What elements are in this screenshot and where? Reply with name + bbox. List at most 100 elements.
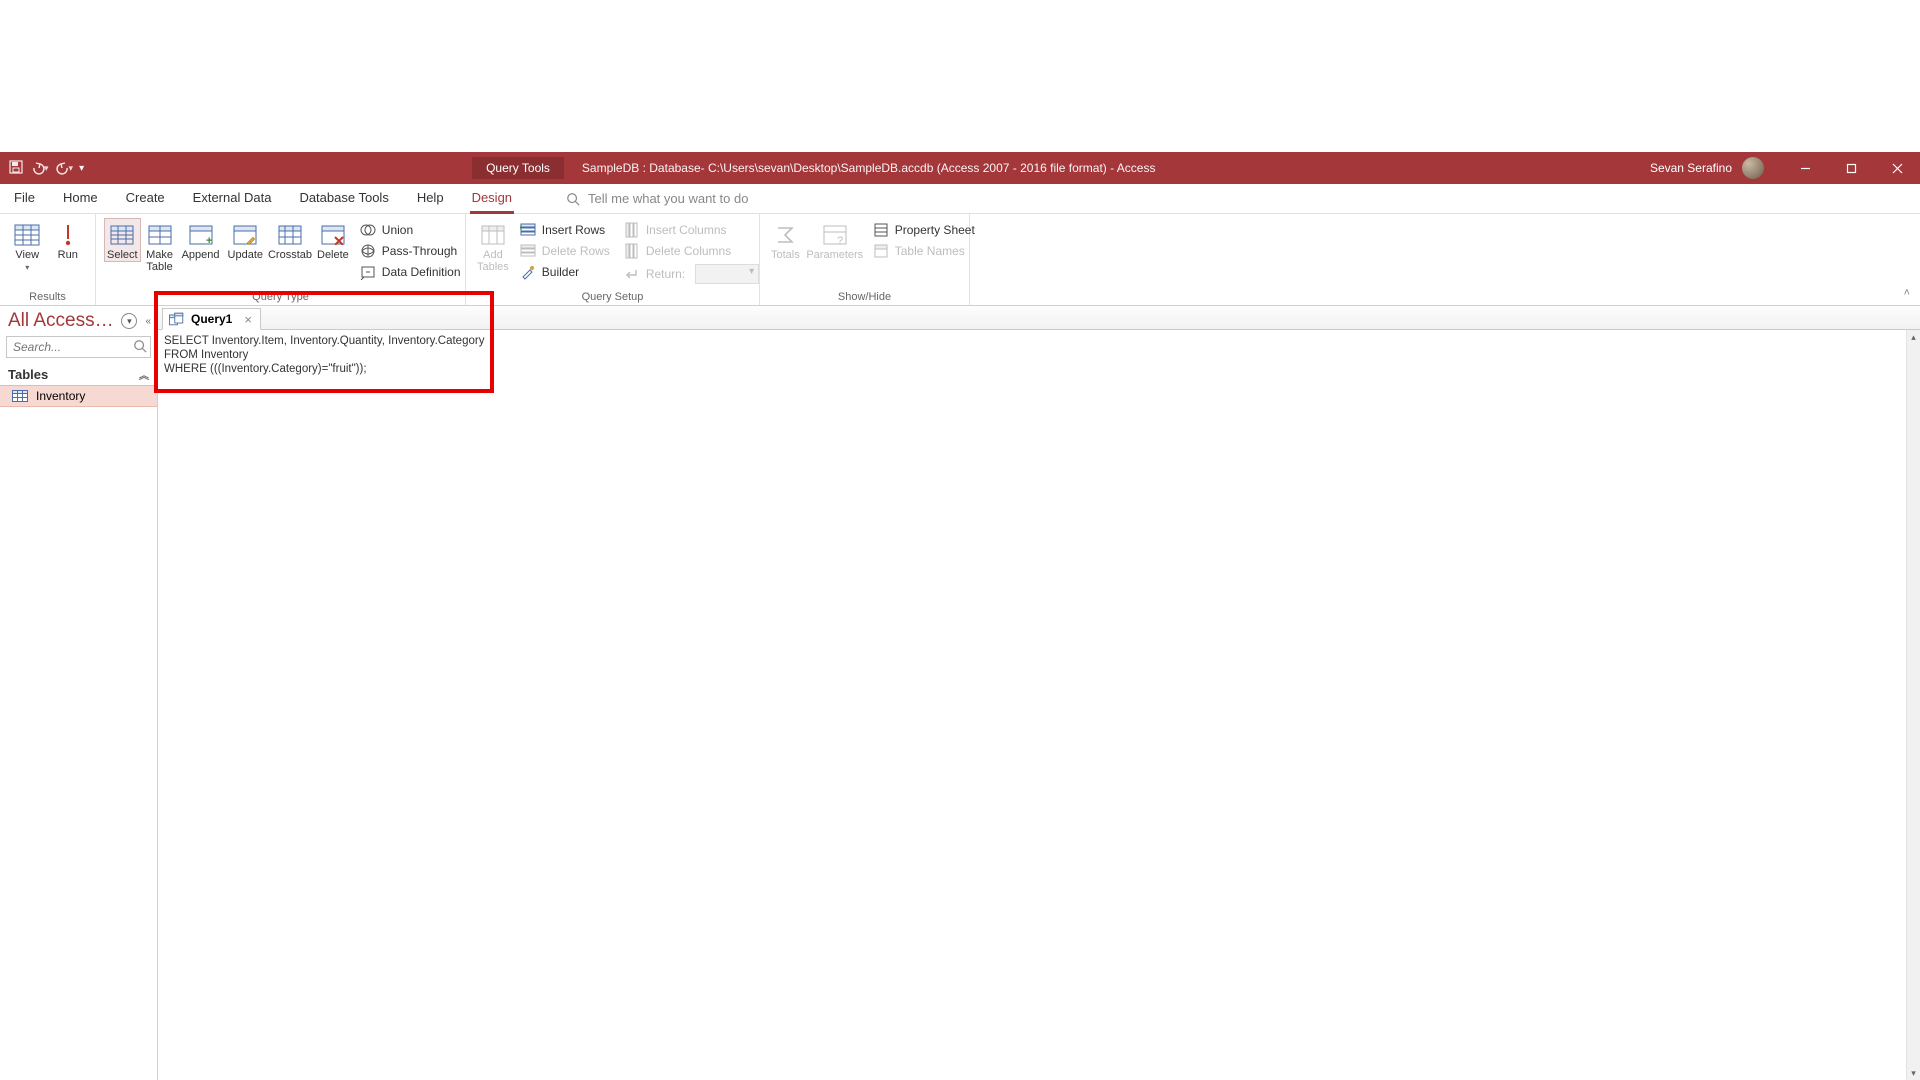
close-tab-icon[interactable]: × (244, 312, 252, 327)
update-label: Update (228, 249, 263, 261)
save-icon[interactable] (8, 159, 24, 178)
view-label: View (15, 249, 39, 261)
builder-icon (520, 264, 536, 280)
navpane-section-tables[interactable]: Tables ︽ (0, 364, 157, 385)
add-tables-button: Add Tables (474, 218, 512, 274)
group-label-query-setup: Query Setup (466, 291, 759, 303)
navpane-search-input[interactable] (6, 336, 151, 358)
maximize-button[interactable] (1828, 152, 1874, 184)
navpane-item-label: Inventory (36, 389, 85, 403)
window-title: SampleDB : Database- C:\Users\sevan\Desk… (582, 161, 1156, 175)
append-label: Append (182, 249, 220, 261)
tab-create[interactable]: Create (112, 184, 179, 213)
delete-columns-button: Delete Columns (618, 241, 765, 261)
builder-button[interactable]: Builder (514, 262, 616, 282)
run-label: Run (58, 249, 78, 261)
svg-text:+: + (520, 223, 524, 234)
parameters-button: ? Parameters (805, 218, 865, 262)
make-table-button[interactable]: Make Table (143, 218, 177, 274)
tab-design[interactable]: Design (458, 184, 526, 213)
pass-through-icon (360, 243, 376, 259)
table-icon (12, 390, 28, 402)
union-label: Union (382, 223, 413, 237)
tab-help[interactable]: Help (403, 184, 458, 213)
chevron-down-icon: ▾ (25, 263, 29, 272)
view-button[interactable]: View ▾ (8, 218, 47, 273)
navpane-item-inventory[interactable]: Inventory (0, 385, 157, 407)
builder-label: Builder (542, 265, 579, 279)
group-label-results: Results (0, 291, 95, 303)
redo-icon[interactable]: ▾ (55, 160, 74, 176)
insert-rows-icon: + (520, 222, 536, 238)
document-tabstrip: Query1 × (158, 306, 1920, 330)
union-button[interactable]: Union (354, 220, 467, 240)
document-tab-label: Query1 (191, 312, 232, 326)
ribbon: View ▾ Run Results Select Make Table + (0, 214, 1920, 306)
contextual-tab-query-tools[interactable]: Query Tools (472, 157, 564, 179)
return-button: Return: (618, 262, 765, 286)
table-names-icon (873, 243, 889, 259)
user-avatar[interactable] (1742, 157, 1764, 179)
close-button[interactable] (1874, 152, 1920, 184)
group-label-query-type: Query Type (96, 291, 465, 303)
return-label: Return: (646, 267, 685, 281)
user-name[interactable]: Sevan Serafino (1650, 161, 1732, 175)
make-table-label-2: Table (146, 261, 172, 273)
select-button[interactable]: Select (104, 218, 141, 262)
delete-button[interactable]: Delete (314, 218, 352, 262)
insert-rows-button[interactable]: + Insert Rows (514, 220, 616, 240)
totals-label: Totals (771, 249, 800, 261)
totals-button: Totals (768, 218, 803, 262)
title-bar: ▾ ▾ ▾ Query Tools SampleDB : Database- C… (0, 152, 1920, 184)
insert-rows-label: Insert Rows (542, 223, 605, 237)
pass-through-button[interactable]: Pass-Through (354, 241, 467, 261)
union-icon (360, 222, 376, 238)
data-definition-icon (360, 264, 376, 280)
property-sheet-icon (873, 222, 889, 238)
delete-rows-button: Delete Rows (514, 241, 616, 261)
navpane-menu-icon[interactable]: ▾ (121, 313, 137, 329)
sql-editor[interactable]: SELECT Inventory.Item, Inventory.Quantit… (160, 330, 1906, 1080)
tab-external-data[interactable]: External Data (179, 184, 286, 213)
undo-icon[interactable]: ▾ (30, 160, 49, 176)
tab-home[interactable]: Home (49, 184, 112, 213)
crosstab-button[interactable]: Crosstab (268, 218, 312, 262)
ribbon-group-results: View ▾ Run Results (0, 214, 96, 305)
customize-qat-icon[interactable]: ▾ (79, 163, 84, 174)
ribbon-group-query-setup: Add Tables + Insert Rows Delete Rows Bui… (466, 214, 760, 305)
minimize-button[interactable] (1782, 152, 1828, 184)
ribbon-tabs: File Home Create External Data Database … (0, 184, 1920, 214)
run-button[interactable]: Run (49, 218, 88, 262)
add-tables-label-2: Tables (477, 261, 509, 273)
property-sheet-button[interactable]: Property Sheet (867, 220, 981, 240)
return-combo (695, 264, 759, 284)
tell-me-input[interactable] (588, 191, 848, 206)
scroll-down-icon[interactable]: ▾ (1907, 1066, 1920, 1080)
document-tab-query1[interactable]: Query1 × (162, 308, 261, 330)
parameters-label: Parameters (806, 249, 863, 261)
svg-text:?: ? (837, 235, 843, 245)
quick-access-toolbar: ▾ ▾ ▾ (0, 159, 92, 178)
search-icon (133, 339, 147, 353)
data-definition-label: Data Definition (382, 265, 461, 279)
delete-label: Delete (317, 249, 349, 261)
navpane-title[interactable]: All Access … (8, 310, 118, 332)
navpane-collapse-icon[interactable]: « (145, 316, 151, 327)
navpane-section-label: Tables (8, 367, 48, 382)
return-icon (624, 266, 640, 282)
svg-text:+: + (206, 235, 212, 245)
insert-columns-label: Insert Columns (646, 223, 727, 237)
append-button[interactable]: + Append (179, 218, 223, 262)
collapse-ribbon-icon[interactable]: ˄ (1904, 287, 1910, 299)
scroll-up-icon[interactable]: ▴ (1907, 330, 1920, 344)
delete-rows-label: Delete Rows (542, 244, 610, 258)
tab-database-tools[interactable]: Database Tools (285, 184, 402, 213)
data-definition-button[interactable]: Data Definition (354, 262, 467, 282)
select-label: Select (107, 249, 138, 261)
tab-file[interactable]: File (0, 184, 49, 213)
tell-me-search[interactable] (566, 184, 848, 213)
vertical-scrollbar[interactable]: ▴ ▾ (1906, 330, 1920, 1080)
update-button[interactable]: Update (225, 218, 266, 262)
query-icon (169, 312, 185, 326)
group-label-show-hide: Show/Hide (760, 291, 969, 303)
